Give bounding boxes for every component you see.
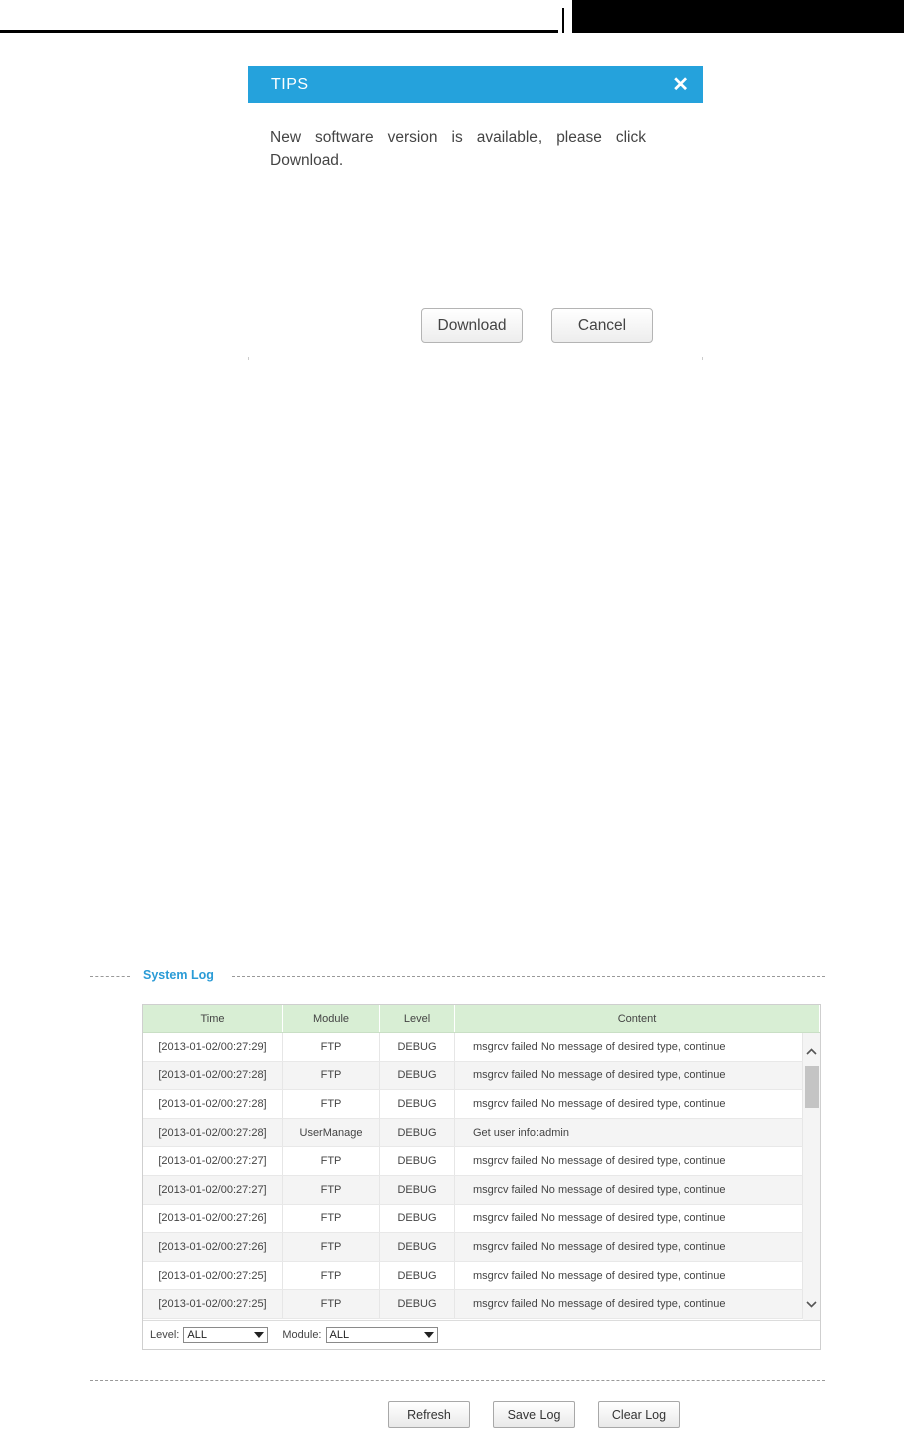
module-filter-label: Module: <box>282 1329 322 1341</box>
clear-log-button[interactable]: Clear Log <box>598 1401 680 1428</box>
cell-level: DEBUG <box>380 1261 455 1290</box>
table-row: [2013-01-02/00:27:26] FTP DEBUG msgrcv f… <box>143 1233 803 1262</box>
header-black-bar <box>572 0 904 33</box>
cell-content: msgrcv failed No message of desired type… <box>455 1090 803 1118</box>
table-row: [2013-01-02/00:27:26] FTP DEBUG msgrcv f… <box>143 1204 803 1234</box>
cell-content: msgrcv failed No message of desired type… <box>455 1233 803 1261</box>
cell-time: [2013-01-02/00:27:27] <box>143 1147 283 1175</box>
table-row: [2013-01-02/00:27:29] FTP DEBUG msgrcv f… <box>143 1033 803 1062</box>
cell-content: msgrcv failed No message of desired type… <box>455 1061 803 1090</box>
cell-content: msgrcv failed No message of desired type… <box>455 1290 803 1318</box>
cell-module: FTP <box>283 1090 380 1118</box>
cell-time: [2013-01-02/00:27:28] <box>143 1118 283 1147</box>
module-select[interactable]: ALL <box>325 1327 438 1343</box>
column-header-level: Level <box>380 1005 455 1032</box>
dialog-message: New software version is available, pleas… <box>270 129 646 169</box>
cell-time: [2013-01-02/00:27:28] <box>143 1090 283 1118</box>
scroll-down-icon[interactable] <box>803 1294 820 1314</box>
cell-module: FTP <box>283 1261 380 1290</box>
chevron-down-icon <box>423 1332 434 1338</box>
close-icon[interactable]: ✕ <box>672 75 689 95</box>
column-header-content: Content <box>455 1005 820 1032</box>
scrollbar-thumb[interactable] <box>805 1066 819 1108</box>
cell-content: msgrcv failed No message of desired type… <box>455 1204 803 1233</box>
dialog-title: TIPS <box>271 75 309 93</box>
table-row: [2013-01-02/00:27:27] FTP DEBUG msgrcv f… <box>143 1175 803 1205</box>
header-separator <box>562 8 564 33</box>
module-select-value: ALL <box>329 1329 350 1341</box>
column-header-module: Module <box>283 1005 380 1032</box>
cell-level: DEBUG <box>380 1204 455 1233</box>
scroll-up-icon[interactable] <box>803 1041 820 1061</box>
level-select-value: ALL <box>187 1329 207 1341</box>
dialog-header: TIPS ✕ <box>248 66 703 103</box>
cell-content: Get user info:admin <box>455 1118 803 1147</box>
cell-time: [2013-01-02/00:27:28] <box>143 1061 283 1090</box>
save-log-button[interactable]: Save Log <box>493 1401 575 1428</box>
cell-module: UserManage <box>283 1118 380 1147</box>
cell-level: DEBUG <box>380 1033 455 1061</box>
cell-level: DEBUG <box>380 1233 455 1261</box>
system-log-panel: Time Module Level Content [2013-01-02/00… <box>142 1004 821 1350</box>
section-divider-bottom <box>90 1380 825 1381</box>
cell-content: msgrcv failed No message of desired type… <box>455 1033 803 1061</box>
cell-module: FTP <box>283 1175 380 1204</box>
cell-module: FTP <box>283 1033 380 1061</box>
system-log-heading: System Log <box>90 968 825 984</box>
log-table-header: Time Module Level Content <box>143 1005 820 1033</box>
cell-level: DEBUG <box>380 1290 455 1318</box>
log-scrollbar[interactable] <box>803 1033 820 1320</box>
cell-content: msgrcv failed No message of desired type… <box>455 1147 803 1175</box>
cancel-button[interactable]: Cancel <box>551 308 653 343</box>
section-title: System Log <box>143 968 214 982</box>
table-row: [2013-01-02/00:27:27] FTP DEBUG msgrcv f… <box>143 1147 803 1176</box>
cell-content: msgrcv failed No message of desired type… <box>455 1261 803 1290</box>
table-row: [2013-01-02/00:27:25] FTP DEBUG msgrcv f… <box>143 1261 803 1291</box>
column-header-time: Time <box>143 1005 283 1032</box>
table-row: [2013-01-02/00:27:28] FTP DEBUG msgrcv f… <box>143 1090 803 1119</box>
cell-time: [2013-01-02/00:27:26] <box>143 1204 283 1233</box>
level-filter-label: Level: <box>150 1329 180 1341</box>
dialog-corner-right <box>702 357 703 360</box>
cell-time: [2013-01-02/00:27:27] <box>143 1175 283 1204</box>
cell-module: FTP <box>283 1233 380 1261</box>
cell-time: [2013-01-02/00:27:25] <box>143 1290 283 1318</box>
cell-level: DEBUG <box>380 1147 455 1175</box>
level-select[interactable]: ALL <box>183 1327 269 1343</box>
cell-time: [2013-01-02/00:27:25] <box>143 1261 283 1290</box>
heading-divider-right <box>232 976 825 977</box>
cell-level: DEBUG <box>380 1175 455 1204</box>
cell-module: FTP <box>283 1061 380 1090</box>
log-table-body: [2013-01-02/00:27:29] FTP DEBUG msgrcv f… <box>143 1033 803 1320</box>
cell-content: msgrcv failed No message of desired type… <box>455 1175 803 1204</box>
cell-time: [2013-01-02/00:27:26] <box>143 1233 283 1261</box>
log-filter-bar: Level: ALL Module: ALL <box>143 1320 820 1349</box>
table-row: [2013-01-02/00:27:28] UserManage DEBUG G… <box>143 1118 803 1148</box>
table-row: [2013-01-02/00:27:25] FTP DEBUG msgrcv f… <box>143 1290 803 1319</box>
cell-time: [2013-01-02/00:27:29] <box>143 1033 283 1061</box>
cell-level: DEBUG <box>380 1118 455 1147</box>
tips-dialog: TIPS ✕ New software version is available… <box>248 66 703 360</box>
dialog-corner-left <box>248 357 249 360</box>
chevron-down-icon <box>254 1332 265 1338</box>
heading-divider-left <box>90 976 130 977</box>
cell-module: FTP <box>283 1290 380 1318</box>
header-rule <box>0 30 558 33</box>
cell-module: FTP <box>283 1147 380 1175</box>
refresh-button[interactable]: Refresh <box>388 1401 470 1428</box>
cell-level: DEBUG <box>380 1090 455 1118</box>
download-button[interactable]: Download <box>421 308 523 343</box>
table-row: [2013-01-02/00:27:28] FTP DEBUG msgrcv f… <box>143 1061 803 1091</box>
cell-level: DEBUG <box>380 1061 455 1090</box>
cell-module: FTP <box>283 1204 380 1233</box>
